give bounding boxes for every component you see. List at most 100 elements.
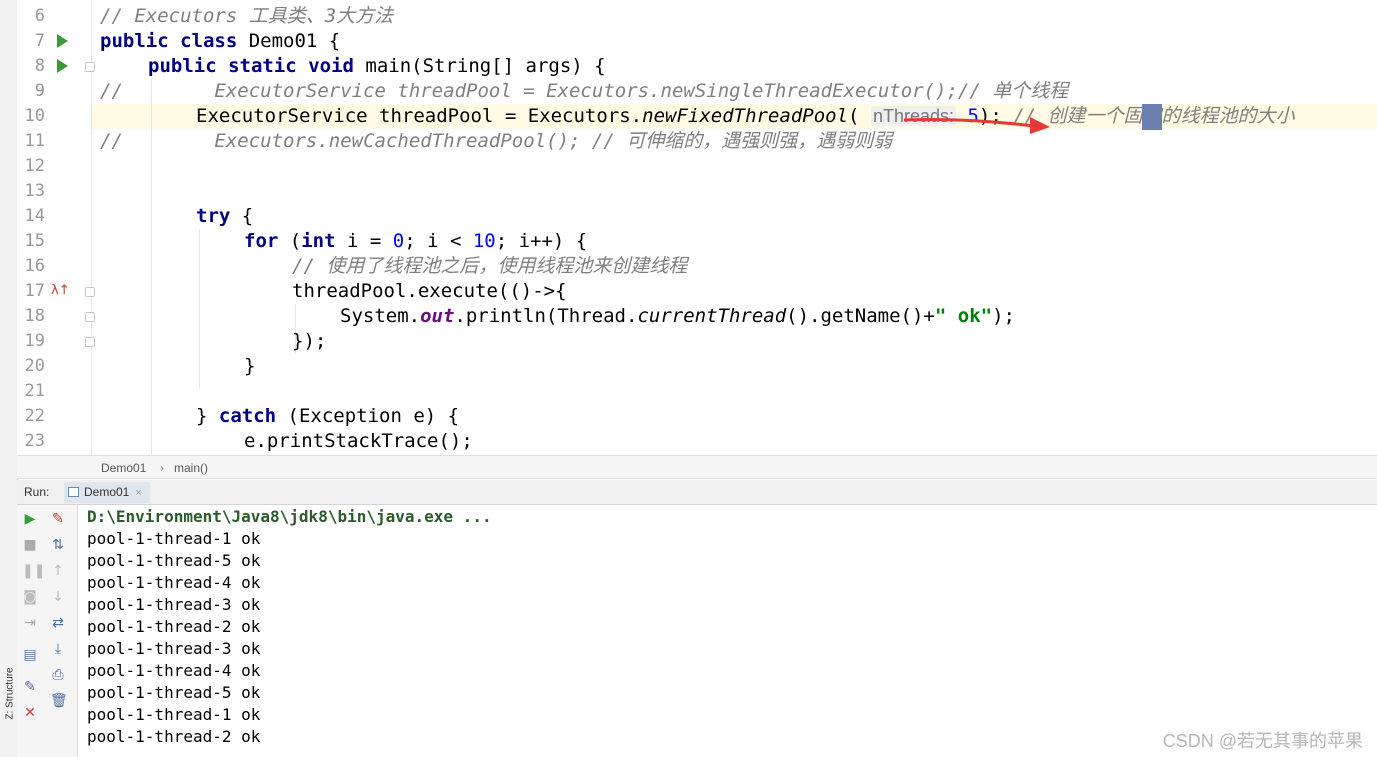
console-line: pool-1-thread-2 ok <box>87 617 261 636</box>
watermark: CSDN @若无其事的苹果 <box>1162 731 1363 751</box>
code-line-9: // ExecutorService threadPool = Executor… <box>100 80 1069 102</box>
breadcrumb: Demo01 › main() <box>17 455 1377 479</box>
scroll-end-icon[interactable]: ⤓ <box>50 641 66 657</box>
breadcrumb-class[interactable]: Demo01 <box>101 456 146 480</box>
code-line-7: public class Demo01 { <box>100 29 340 54</box>
run-panel-header: Run: Demo01 × <box>17 480 1377 505</box>
code-text: .println(Thread. <box>454 305 638 327</box>
code-text: ().getName()+ <box>786 305 935 327</box>
code-line-19: }); <box>292 330 327 352</box>
line-number: 7 <box>34 31 45 51</box>
code-editor[interactable]: 6 7 8 9 10 11 12 13 14 15 16 17 18 19 20… <box>17 0 1377 455</box>
fold-marker-icon[interactable] <box>85 337 95 347</box>
number-literal: 10 <box>472 230 496 252</box>
console-line: pool-1-thread-2 ok <box>87 727 261 746</box>
pin-icon[interactable]: ✎ <box>22 679 38 695</box>
line-number: 14 <box>24 206 45 226</box>
left-tool-strip: Z: Structure <box>0 0 18 757</box>
method-call: currentThread <box>637 305 787 327</box>
console-line: pool-1-thread-4 ok <box>87 573 261 592</box>
console-line: pool-1-thread-3 ok <box>87 639 261 658</box>
line-number: 6 <box>34 6 45 26</box>
code-line-18: System.out.println(Thread.currentThread(… <box>340 304 1015 329</box>
text-cursor-selection <box>1142 104 1162 130</box>
line-number: 20 <box>24 356 45 376</box>
method-call: newFixedThreadPool <box>642 105 849 127</box>
soft-wrap-icon[interactable]: ⇄ <box>50 615 66 631</box>
line-number: 9 <box>34 81 45 101</box>
console-line: pool-1-thread-1 ok <box>87 705 261 724</box>
code-line-17: threadPool.execute(()->{ <box>292 280 567 302</box>
code-text: ; i++) { <box>495 230 588 252</box>
structure-tab-label: Z: Structure <box>4 667 16 720</box>
run-label: Run: <box>24 485 50 499</box>
keyword: class <box>180 30 238 52</box>
structure-tool-tab[interactable]: Z: Structure <box>2 660 16 730</box>
stop-icon[interactable]: ■ <box>22 537 38 553</box>
line-number: 8 <box>34 56 45 76</box>
fold-marker-icon[interactable] <box>85 287 95 297</box>
code-line-8: public static void main(String[] args) { <box>148 54 606 79</box>
line-number: 16 <box>24 256 45 276</box>
line-number: 11 <box>24 131 45 151</box>
line-number: 17 <box>24 281 45 301</box>
keyword: catch <box>218 405 277 427</box>
number-literal: 0 <box>392 230 405 252</box>
code-line-6: // Executors 工具类、3大方法 <box>100 5 394 27</box>
code-text: ); <box>992 305 1015 327</box>
breadcrumb-method[interactable]: main() <box>174 456 208 480</box>
edit-config-icon[interactable]: ✎ <box>50 511 66 527</box>
up-arrow-icon[interactable]: ↑ <box>50 563 66 579</box>
keyword: try <box>196 205 231 227</box>
line-number: 10 <box>24 106 45 126</box>
code-line-14: try { <box>196 204 253 229</box>
keyword: int <box>301 230 336 252</box>
run-config-icon <box>68 487 79 497</box>
editor-gutter: 6 7 8 9 10 11 12 13 14 15 16 17 18 19 20… <box>17 0 95 455</box>
code-text: System. <box>340 305 421 327</box>
code-text: i = <box>335 230 393 252</box>
static-field: out <box>420 305 455 327</box>
fold-marker-icon[interactable] <box>85 312 95 322</box>
line-number: 18 <box>24 306 45 326</box>
close-tab-icon[interactable]: × <box>135 487 141 499</box>
run-class-icon[interactable] <box>57 34 68 48</box>
indent-guide <box>199 229 200 389</box>
run-tab-label: Demo01 <box>84 485 130 499</box>
line-number: 15 <box>24 231 45 251</box>
code-text: Demo01 { <box>237 30 341 52</box>
console-line: pool-1-thread-1 ok <box>87 529 261 548</box>
code-line-10: ExecutorService threadPool = Executors.n… <box>196 104 1295 129</box>
keyword: static <box>228 55 297 77</box>
code-line-20: } <box>244 355 256 377</box>
code-text: (Exception e) { <box>276 405 460 427</box>
code-text: ExecutorService threadPool = Executors. <box>196 105 643 127</box>
line-number: 13 <box>24 181 45 201</box>
print-icon[interactable]: ⎙ <box>50 667 66 683</box>
down-arrow-icon[interactable]: ↓ <box>50 589 66 605</box>
string-literal: " ok" <box>934 305 993 327</box>
console-output[interactable]: D:\Environment\Java8\jdk8\bin\java.exe .… <box>78 505 1377 757</box>
code-text: ( <box>278 230 302 252</box>
close-run-icon[interactable]: ✕ <box>22 705 38 721</box>
sort-icon[interactable]: ⇅ <box>50 537 66 553</box>
fold-marker-icon[interactable] <box>85 62 95 72</box>
dump-threads-icon[interactable]: ◙ <box>22 589 38 605</box>
console-command-line: D:\Environment\Java8\jdk8\bin\java.exe .… <box>87 507 492 526</box>
line-number: 23 <box>24 431 45 451</box>
keyword: public <box>100 30 169 52</box>
console-line: pool-1-thread-5 ok <box>87 551 261 570</box>
exit-icon[interactable]: ⇥ <box>22 615 38 631</box>
line-number: 12 <box>24 156 45 176</box>
rerun-icon[interactable]: ▶ <box>22 511 38 527</box>
code-line-15: for (int i = 0; i < 10; i++) { <box>244 229 587 254</box>
code-line-22: } catch (Exception e) { <box>196 404 459 429</box>
pause-icon[interactable]: ❚❚ <box>22 563 45 579</box>
lambda-override-icon[interactable]: λ↑ <box>51 283 70 298</box>
run-main-icon[interactable] <box>57 59 68 73</box>
keyword: void <box>308 55 354 77</box>
run-tab-demo01[interactable]: Demo01 × <box>64 482 150 503</box>
code-text: ; i < <box>404 230 473 252</box>
layout-icon[interactable]: ▤ <box>22 647 38 663</box>
trash-icon[interactable]: 🗑 <box>50 693 68 709</box>
